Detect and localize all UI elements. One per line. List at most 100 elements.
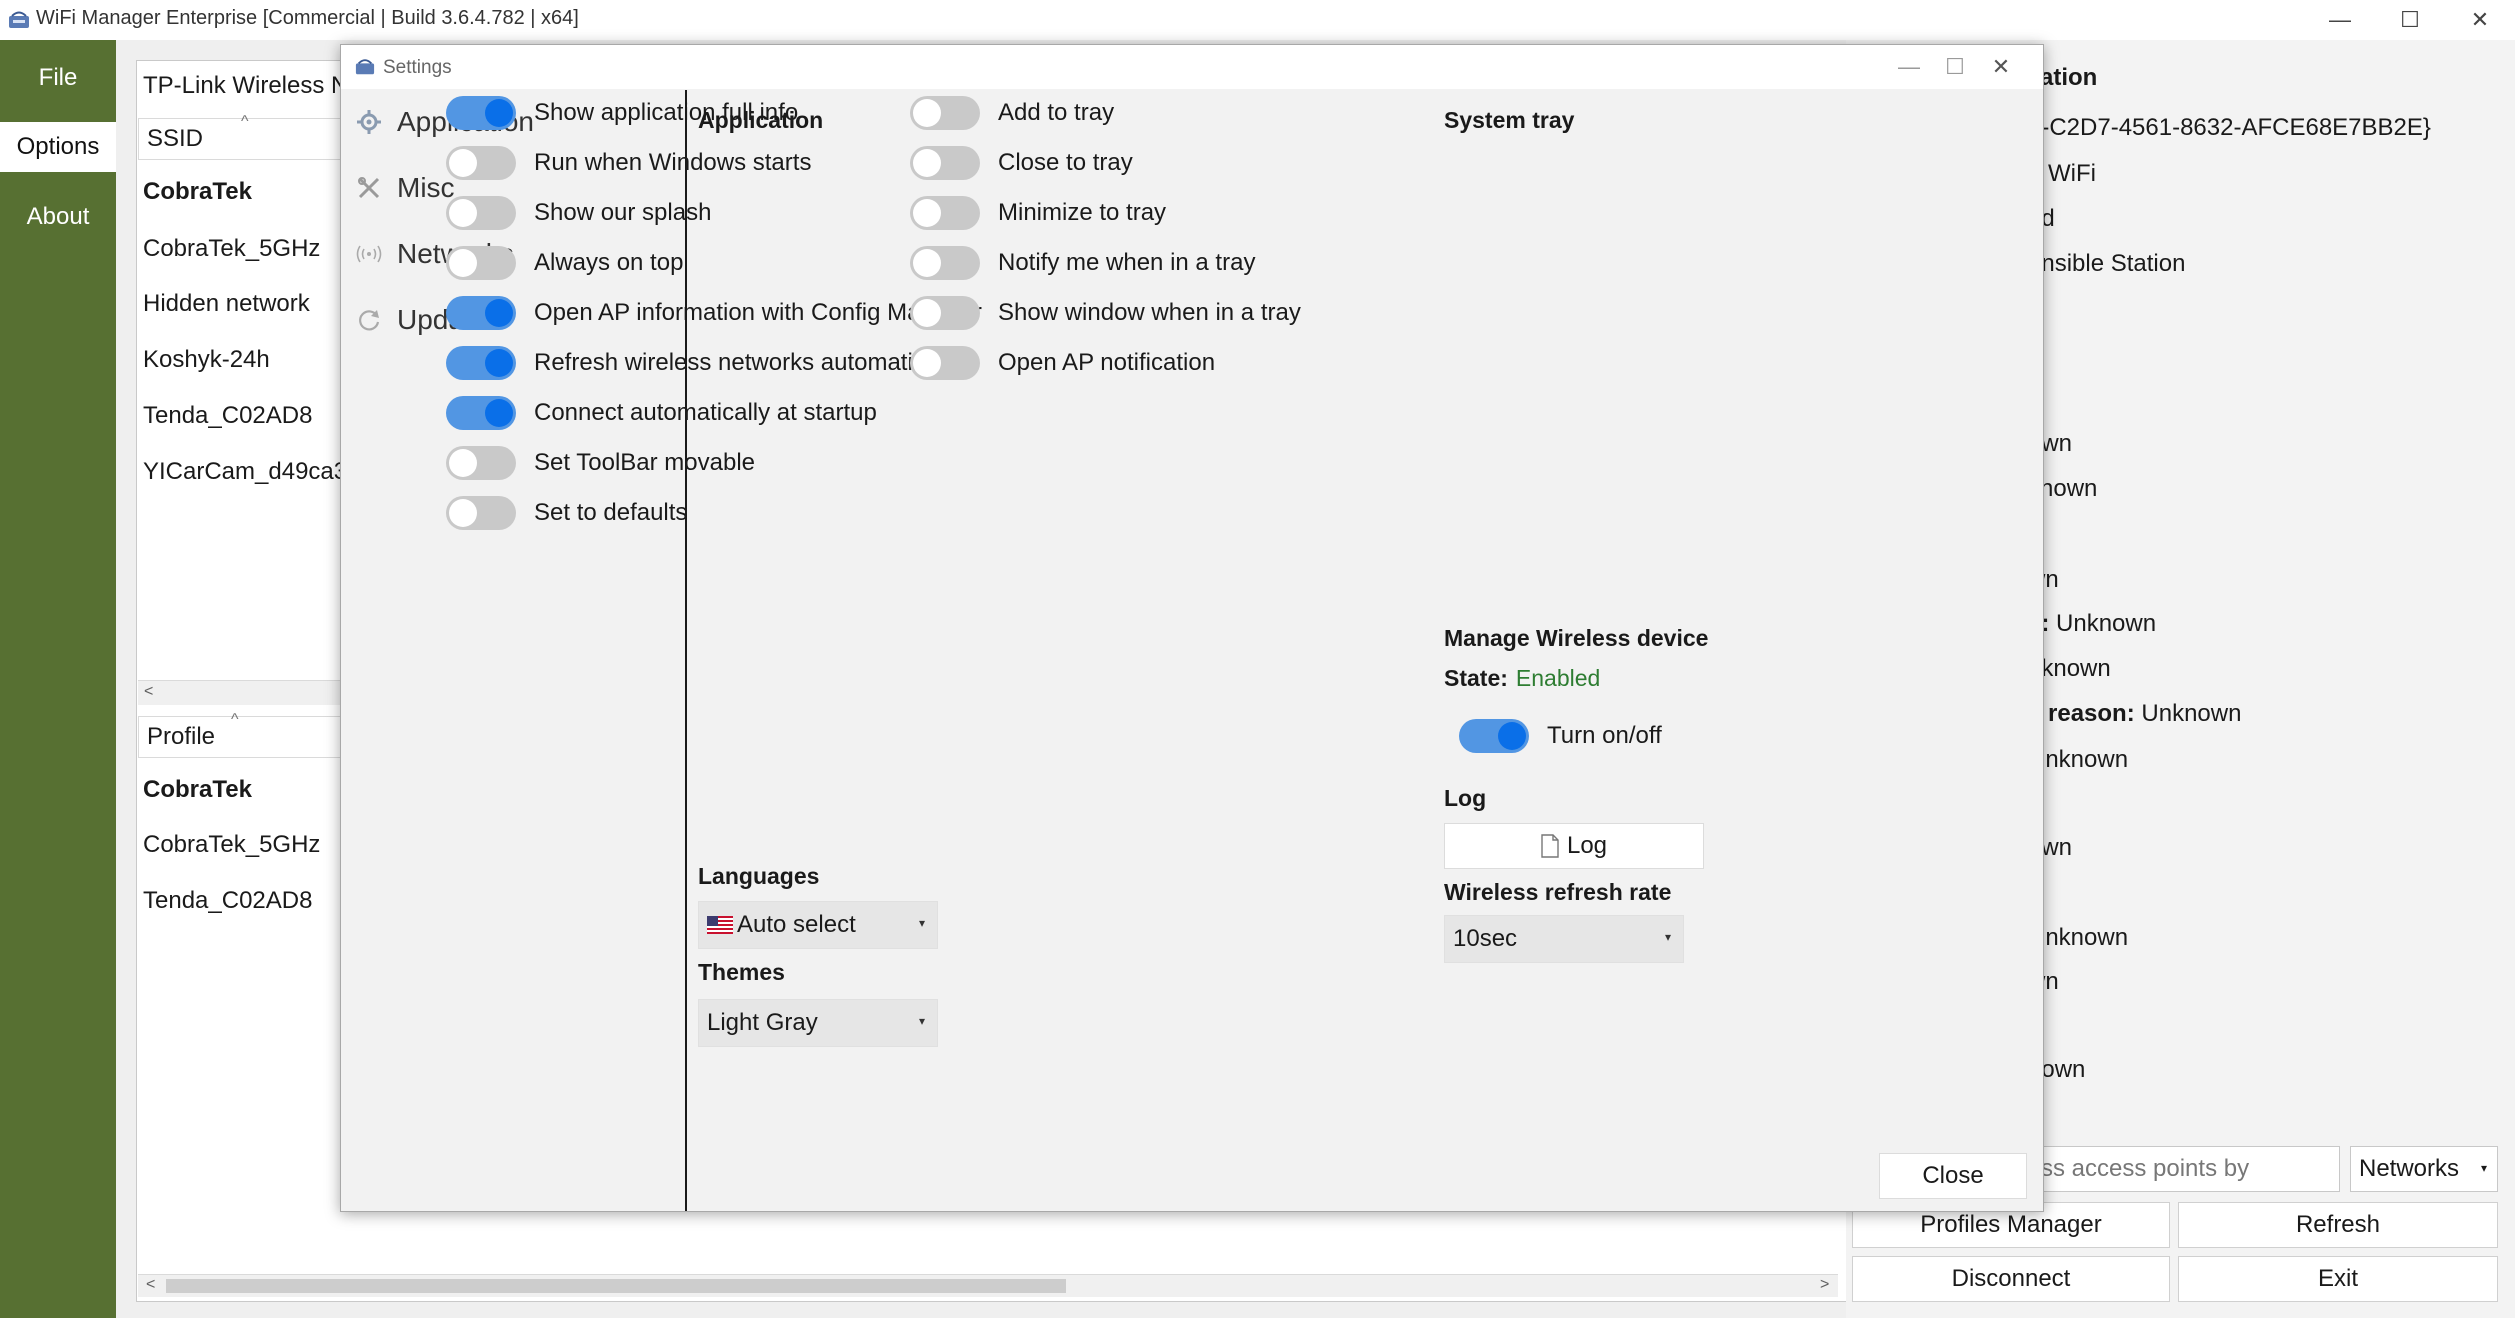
profile-item[interactable]: CobraTek_5GHz	[143, 831, 320, 859]
tray-setting-toggle-switch[interactable]	[910, 246, 980, 280]
nav-about[interactable]: About	[0, 192, 116, 242]
log-button[interactable]: Log	[1444, 823, 1704, 869]
exit-button[interactable]: Exit	[2178, 1256, 2498, 1302]
toggle-label: Close to tray	[998, 149, 1133, 176]
toggle-label: Turn on/off	[1547, 722, 1662, 749]
info-line-value: 5-C2D7-4561-8632-AFCE68E7BB2E}	[2028, 114, 2431, 141]
manage-device-heading: Manage Wireless device	[1444, 625, 1709, 651]
maximize-button[interactable]: ☐	[2375, 0, 2445, 40]
tray-setting-toggle-row[interactable]: Notify me when in a tray	[910, 246, 1255, 280]
app-setting-toggle-row[interactable]: Refresh wireless networks automatically	[446, 346, 961, 380]
ssid-header-label: SSID	[147, 125, 204, 152]
dialog-minimize-button[interactable]: —	[1889, 49, 1929, 85]
tray-setting-toggle-row[interactable]: Add to tray	[910, 96, 1114, 130]
scroll-left-icon[interactable]: <	[144, 683, 153, 701]
dialog-maximize-button[interactable]: ☐	[1935, 49, 1975, 85]
tray-setting-toggle-row[interactable]: Close to tray	[910, 146, 1133, 180]
nav-options[interactable]: Options	[0, 122, 116, 172]
theme-select[interactable]: Light Gray ▾	[698, 999, 938, 1047]
theme-value: Light Gray	[707, 1009, 818, 1036]
scroll-thumb[interactable]	[166, 1279, 1066, 1293]
network-item[interactable]: Hidden network	[143, 290, 310, 318]
networks-hscroll[interactable]: <	[138, 680, 340, 705]
toggle-label: Show application full info	[534, 99, 799, 126]
language-select[interactable]: Auto select ▾	[698, 901, 938, 949]
info-line: a: Unknown	[2028, 610, 2156, 638]
settings-dialog: Settings — ☐ ✕ Application Misc Networks	[340, 44, 2044, 1212]
profile-item[interactable]: Tenda_C02AD8	[143, 887, 312, 915]
minimize-button[interactable]: —	[2305, 0, 2375, 40]
ssid-column-header[interactable]: SSID ^	[138, 113, 348, 160]
languages-heading: Languages	[698, 863, 820, 889]
app-setting-toggle-row[interactable]: Show application full info	[446, 96, 798, 130]
info-line-label: e reason:	[2028, 700, 2135, 727]
settings-app-icon	[355, 59, 375, 75]
wifi-manager-app-icon	[9, 11, 29, 28]
tray-setting-toggle-switch[interactable]	[910, 346, 980, 380]
profile-header-label: Profile	[147, 723, 216, 750]
app-setting-toggle-switch[interactable]	[446, 96, 516, 130]
app-setting-toggle-switch[interactable]	[446, 196, 516, 230]
toggle-label: Refresh wireless networks automatically	[534, 349, 961, 376]
main-hscroll[interactable]: < >	[138, 1274, 1838, 1297]
toggle-label: Add to tray	[998, 99, 1115, 126]
settings-nav-misc[interactable]: Misc	[355, 172, 455, 204]
app-setting-toggle-row[interactable]: Set ToolBar movable	[446, 446, 755, 480]
toggle-row-device-power[interactable]: Turn on/off	[1459, 719, 1662, 753]
profile-item[interactable]: CobraTek	[143, 776, 252, 804]
app-setting-toggle-row[interactable]: Always on top	[446, 246, 683, 280]
close-window-button[interactable]: ✕	[2445, 0, 2515, 40]
app-setting-toggle-switch[interactable]	[446, 296, 516, 330]
app-setting-toggle-row[interactable]: Show our splash	[446, 196, 711, 230]
app-setting-toggle-row[interactable]: Connect automatically at startup	[446, 396, 877, 430]
tray-setting-toggle-switch[interactable]	[910, 146, 980, 180]
app-setting-toggle-row[interactable]: Run when Windows starts	[446, 146, 811, 180]
scroll-right-icon[interactable]: >	[1820, 1276, 1829, 1294]
toggle-label: Minimize to tray	[998, 199, 1167, 226]
app-setting-toggle-switch[interactable]	[446, 446, 516, 480]
tray-setting-toggle-row[interactable]: Open AP notification	[910, 346, 1215, 380]
device-power-toggle[interactable]	[1459, 719, 1529, 753]
adapter-label[interactable]: TP-Link Wireless N	[143, 72, 348, 100]
app-setting-toggle-row[interactable]: Set to defaults	[446, 496, 687, 530]
gear-icon	[355, 108, 383, 136]
app-setting-toggle-switch[interactable]	[446, 146, 516, 180]
dialog-close-icon[interactable]: ✕	[1981, 49, 2021, 85]
tray-setting-toggle-switch[interactable]	[910, 96, 980, 130]
dropdown-caret-icon: ▾	[918, 1014, 925, 1028]
refresh-rate-select[interactable]: 10sec ▾	[1444, 915, 1684, 963]
tray-setting-toggle-switch[interactable]	[910, 296, 980, 330]
scroll-left-icon[interactable]: <	[146, 1276, 155, 1294]
log-button-label: Log	[1566, 832, 1608, 859]
app-setting-toggle-switch[interactable]	[446, 496, 516, 530]
dropdown-caret-icon: ▾	[2480, 1161, 2487, 1175]
network-item[interactable]: CobraTek_5GHz	[143, 235, 320, 263]
dialog-close-button[interactable]: Close	[1879, 1153, 2027, 1199]
tray-setting-toggle-row[interactable]: Show window when in a tray	[910, 296, 1301, 330]
refresh-button[interactable]: Refresh	[2178, 1202, 2498, 1248]
device-state: State: Enabled	[1444, 665, 1600, 692]
network-item[interactable]: Tenda_C02AD8	[143, 402, 312, 430]
app-setting-toggle-switch[interactable]	[446, 246, 516, 280]
dropdown-caret-icon: ▾	[918, 916, 925, 930]
app-setting-toggle-row[interactable]: Open AP information with Config Manager	[446, 296, 982, 330]
main-title-bar: WiFi Manager Enterprise [Commercial | Bu…	[0, 0, 2515, 40]
app-setting-toggle-switch[interactable]	[446, 396, 516, 430]
tray-setting-toggle-switch[interactable]	[910, 196, 980, 230]
network-item[interactable]: Koshyk-24h	[143, 346, 270, 374]
info-line: ensible Station	[2028, 250, 2185, 278]
themes-heading: Themes	[698, 959, 785, 985]
filter-input[interactable]: ss access points by	[2030, 1146, 2340, 1192]
window-title: WiFi Manager Enterprise [Commercial | Bu…	[36, 7, 579, 29]
disconnect-button[interactable]: Disconnect	[1852, 1256, 2170, 1302]
info-line-value: Unknown	[2141, 700, 2242, 727]
nav-file[interactable]: File	[0, 53, 116, 103]
state-label: State:	[1444, 665, 1508, 691]
filter-type-select[interactable]: Networks ▾	[2350, 1146, 2498, 1192]
toggle-label: Open AP notification	[998, 349, 1216, 376]
app-setting-toggle-switch[interactable]	[446, 346, 516, 380]
network-item[interactable]: YICarCam_d49ca3	[143, 458, 347, 486]
profile-column-header[interactable]: Profile ^	[138, 711, 348, 758]
tray-setting-toggle-row[interactable]: Minimize to tray	[910, 196, 1166, 230]
network-item[interactable]: CobraTek	[143, 178, 252, 206]
